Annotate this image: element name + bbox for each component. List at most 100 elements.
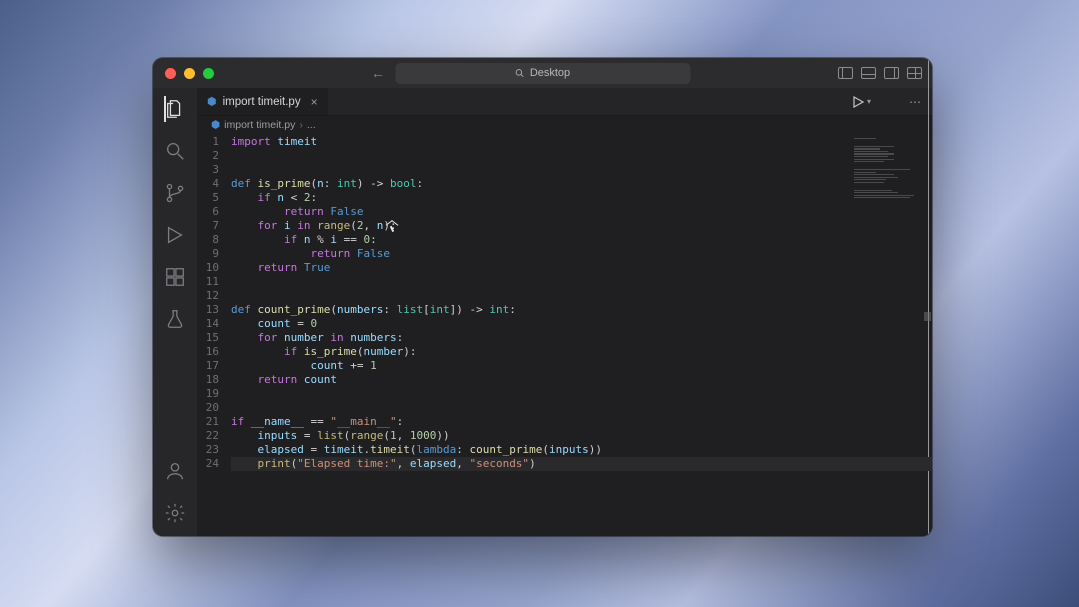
overview-mark: [924, 312, 931, 321]
toggle-primary-sidebar-button[interactable]: [838, 67, 853, 79]
code-line[interactable]: inputs = list(range(1, 1000)): [231, 429, 932, 443]
breadcrumb-rest: ...: [307, 119, 316, 131]
layout-controls: [838, 67, 922, 79]
files-icon: [164, 98, 186, 120]
code-line[interactable]: return count: [231, 373, 932, 387]
code-line[interactable]: if n % i == 0:: [231, 233, 932, 247]
line-number: 20: [197, 401, 219, 415]
window-controls: [165, 68, 214, 79]
play-icon: [852, 96, 864, 108]
account-icon: [164, 460, 186, 482]
python-file-icon: ⬢: [211, 119, 220, 131]
line-number: 1: [197, 135, 219, 149]
code-line[interactable]: def is_prime(n: int) -> bool:: [231, 177, 932, 191]
code-line[interactable]: [231, 289, 932, 303]
code-line[interactable]: [231, 149, 932, 163]
code-line[interactable]: if __name__ == "__main__":: [231, 415, 932, 429]
editor-group: ⬢ import timeit.py × ▾ ⋯ ⬢: [197, 88, 932, 536]
editor-tabs: ⬢ import timeit.py × ▾ ⋯: [197, 88, 932, 116]
line-number: 14: [197, 317, 219, 331]
line-number: 22: [197, 429, 219, 443]
code-content[interactable]: import timeit def is_prime(n: int) -> bo…: [231, 134, 932, 536]
code-line[interactable]: return False: [231, 205, 932, 219]
code-line[interactable]: return True: [231, 261, 932, 275]
line-number-gutter: 123456789101112131415161718192021222324: [197, 134, 231, 536]
run-file-button[interactable]: ▾: [852, 96, 871, 108]
line-number: 19: [197, 387, 219, 401]
code-line[interactable]: for number in numbers:: [231, 331, 932, 345]
chevron-right-icon: ›: [299, 119, 303, 131]
desktop-wallpaper: ← → Desktop: [0, 0, 1079, 607]
activity-search[interactable]: [164, 140, 186, 162]
line-number: 11: [197, 275, 219, 289]
line-number: 7: [197, 219, 219, 233]
search-label: Desktop: [530, 67, 570, 79]
chevron-down-icon: ▾: [867, 97, 871, 106]
code-line[interactable]: return False: [231, 247, 932, 261]
line-number: 13: [197, 303, 219, 317]
line-number: 3: [197, 163, 219, 177]
code-line[interactable]: import timeit: [231, 135, 932, 149]
search-icon: [164, 140, 186, 162]
line-number: 5: [197, 191, 219, 205]
title-bar: ← → Desktop: [153, 58, 932, 88]
more-actions-button[interactable]: ⋯: [909, 95, 922, 109]
overview-ruler: [923, 134, 932, 536]
close-tab-button[interactable]: ×: [311, 95, 318, 109]
close-window-button[interactable]: [165, 68, 176, 79]
code-line[interactable]: count = 0: [231, 317, 932, 331]
extensions-icon: [164, 266, 186, 288]
line-number: 2: [197, 149, 219, 163]
code-line[interactable]: if n < 2:: [231, 191, 932, 205]
line-number: 4: [197, 177, 219, 191]
line-number: 15: [197, 331, 219, 345]
code-line[interactable]: [231, 387, 932, 401]
code-line[interactable]: if is_prime(number):: [231, 345, 932, 359]
line-number: 23: [197, 443, 219, 457]
activity-extensions[interactable]: [164, 266, 186, 288]
code-line[interactable]: def count_prime(numbers: list[int]) -> i…: [231, 303, 932, 317]
activity-run-debug[interactable]: [164, 224, 186, 246]
line-number: 16: [197, 345, 219, 359]
maximize-window-button[interactable]: [203, 68, 214, 79]
code-line[interactable]: count += 1: [231, 359, 932, 373]
editor-actions: ▾ ⋯: [852, 88, 932, 115]
tab-file-name: import timeit.py: [223, 96, 301, 108]
activity-testing[interactable]: [164, 308, 186, 330]
split-editor-button[interactable]: [883, 96, 897, 107]
activity-explorer[interactable]: [164, 98, 186, 120]
line-number: 21: [197, 415, 219, 429]
activity-settings[interactable]: [164, 502, 186, 524]
customize-layout-button[interactable]: [907, 67, 922, 79]
gear-icon: [164, 502, 186, 524]
command-center-search[interactable]: Desktop: [395, 63, 690, 84]
toggle-secondary-sidebar-button[interactable]: [884, 67, 899, 79]
code-line[interactable]: [231, 275, 932, 289]
play-bug-icon: [164, 224, 186, 246]
minimize-window-button[interactable]: [184, 68, 195, 79]
editor-area[interactable]: 123456789101112131415161718192021222324 …: [197, 134, 932, 536]
code-line[interactable]: for i in range(2, n):: [231, 219, 932, 233]
activity-source-control[interactable]: [164, 182, 186, 204]
line-number: 8: [197, 233, 219, 247]
code-line[interactable]: print("Elapsed time:", elapsed, "seconds…: [231, 457, 932, 471]
breadcrumb-file: import timeit.py: [224, 119, 295, 131]
search-icon: [515, 68, 525, 78]
activity-bar: [153, 88, 197, 536]
toggle-panel-button[interactable]: [861, 67, 876, 79]
beaker-icon: [164, 308, 186, 330]
branch-icon: [164, 182, 186, 204]
python-file-icon: ⬢: [207, 95, 217, 108]
vscode-window: ← → Desktop: [153, 58, 932, 536]
nav-back-button[interactable]: ←: [371, 65, 385, 81]
line-number: 9: [197, 247, 219, 261]
code-line[interactable]: [231, 163, 932, 177]
line-number: 24: [197, 457, 219, 471]
code-line[interactable]: elapsed = timeit.timeit(lambda: count_pr…: [231, 443, 932, 457]
line-number: 6: [197, 205, 219, 219]
breadcrumb[interactable]: ⬢ import timeit.py › ...: [197, 116, 932, 134]
code-line[interactable]: [231, 401, 932, 415]
activity-accounts[interactable]: [164, 460, 186, 482]
editor-tab-active[interactable]: ⬢ import timeit.py ×: [197, 88, 328, 115]
line-number: 12: [197, 289, 219, 303]
